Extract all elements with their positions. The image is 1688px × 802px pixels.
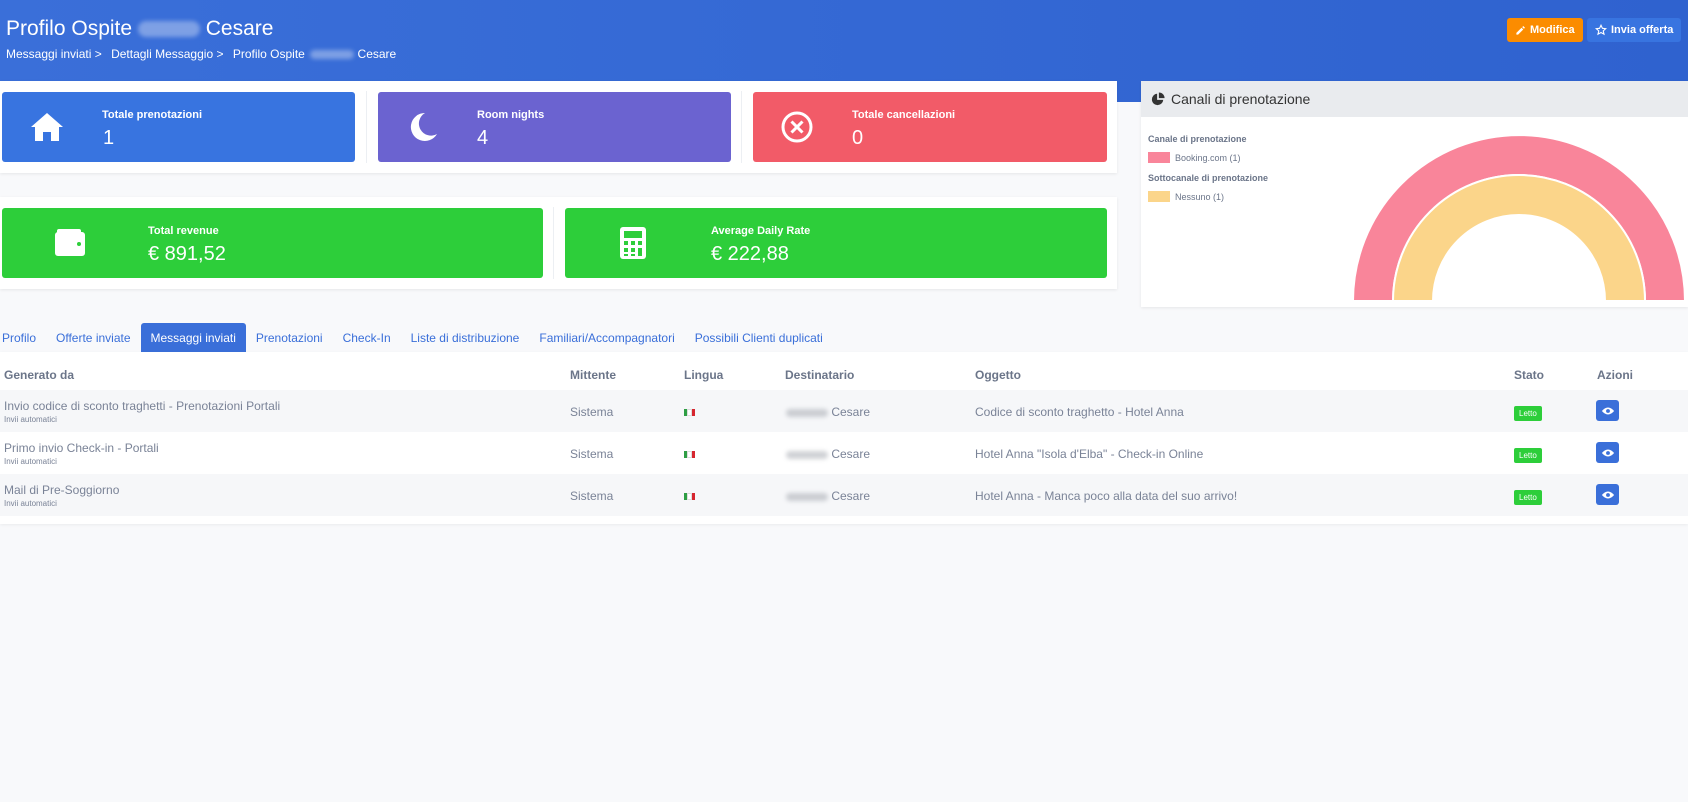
eye-icon xyxy=(1601,491,1614,498)
edit-button[interactable]: Modifica xyxy=(1507,18,1583,42)
eye-icon xyxy=(1601,407,1614,414)
table-row[interactable]: Invio codice di sconto traghetti - Preno… xyxy=(0,390,1688,432)
moon-icon xyxy=(403,107,443,147)
italy-flag-icon xyxy=(684,493,695,500)
booking-channels-header: Canali di prenotazione xyxy=(1141,81,1688,117)
stat-average-daily-rate: Average Daily Rate € 222,88 xyxy=(565,208,1107,278)
legend-swatch xyxy=(1148,152,1170,163)
view-button[interactable] xyxy=(1596,442,1619,463)
status-badge: Letto xyxy=(1514,490,1542,505)
stats-card-revenue: Total revenue € 891,52 Average Daily Rat… xyxy=(0,197,1117,289)
legend-swatch xyxy=(1148,191,1170,202)
column-header: Stato xyxy=(1514,368,1544,382)
blurred-name xyxy=(137,21,200,38)
home-icon xyxy=(27,107,67,147)
table-row[interactable]: Mail di Pre-Soggiorno Invii automatici S… xyxy=(0,474,1688,516)
divider xyxy=(553,207,554,279)
column-header: Azioni xyxy=(1597,368,1633,382)
column-header: Mittente xyxy=(570,368,616,382)
legend-item-booking[interactable]: Booking.com (1) xyxy=(1148,152,1241,163)
stat-total-cancellations: Totale cancellazioni 0 xyxy=(753,92,1107,162)
stat-total-revenue: Total revenue € 891,52 xyxy=(2,208,543,278)
cancel-icon xyxy=(777,107,817,147)
status-badge: Letto xyxy=(1514,406,1542,421)
status-badge: Letto xyxy=(1514,448,1542,463)
profile-tabs: Profilo Offerte inviate Messaggi inviati… xyxy=(0,323,833,352)
divider xyxy=(366,91,367,163)
star-icon xyxy=(1595,24,1607,36)
divider xyxy=(741,91,742,163)
stat-total-bookings: Totale prenotazioni 1 xyxy=(2,92,355,162)
italy-flag-icon xyxy=(684,409,695,416)
page-title: Profilo Ospite Cesare xyxy=(6,17,274,40)
column-header: Generato da xyxy=(4,368,75,382)
booking-channels-card: Canali di prenotazione Canale di prenota… xyxy=(1141,81,1688,307)
send-offer-button[interactable]: Invia offerta xyxy=(1587,18,1682,42)
tab-liste-distribuzione[interactable]: Liste di distribuzione xyxy=(401,323,530,352)
tab-clienti-duplicati[interactable]: Possibili Clienti duplicati xyxy=(685,323,833,352)
tab-profilo[interactable]: Profilo xyxy=(0,323,46,352)
tab-check-in[interactable]: Check-In xyxy=(333,323,401,352)
tab-messaggi-inviati[interactable]: Messaggi inviati xyxy=(140,323,246,352)
breadcrumb-guest-profile[interactable]: Profilo Ospite xyxy=(233,47,305,61)
italy-flag-icon xyxy=(684,451,695,458)
calculator-icon xyxy=(613,223,653,263)
column-header: Destinatario xyxy=(785,368,855,382)
blurred-name xyxy=(786,492,828,501)
blurred-name xyxy=(310,50,355,60)
legend-title-subchannel: Sottocanale di prenotazione xyxy=(1148,173,1269,183)
messages-table: Generato da Mittente Lingua Destinatario… xyxy=(0,352,1688,524)
pie-chart-icon xyxy=(1151,92,1165,106)
eye-icon xyxy=(1601,449,1614,456)
pencil-icon xyxy=(1516,25,1525,35)
column-header: Lingua xyxy=(684,368,724,382)
view-button[interactable] xyxy=(1596,484,1619,505)
breadcrumb-messages[interactable]: Messaggi inviati > xyxy=(6,47,102,61)
tab-offerte-inviate[interactable]: Offerte inviate xyxy=(46,323,140,352)
stat-room-nights: Room nights 4 xyxy=(378,92,731,162)
view-button[interactable] xyxy=(1596,400,1619,421)
legend-item-none[interactable]: Nessuno (1) xyxy=(1148,191,1224,202)
booking-channels-chart xyxy=(1351,134,1687,302)
table-row[interactable]: Primo invio Check-in - Portali Invii aut… xyxy=(0,432,1688,474)
blurred-name xyxy=(786,408,828,417)
legend-title-channel: Canale di prenotazione xyxy=(1148,134,1247,144)
blurred-name xyxy=(786,450,828,459)
tab-familiari[interactable]: Familiari/Accompagnatori xyxy=(529,323,684,352)
stats-card-bookings: Totale prenotazioni 1 Room nights 4 Tota… xyxy=(0,81,1117,173)
column-header: Oggetto xyxy=(975,368,1021,382)
breadcrumb-message-details[interactable]: Dettagli Messaggio > xyxy=(111,47,223,61)
wallet-icon xyxy=(50,223,90,263)
breadcrumb: Messaggi inviati > Dettagli Messaggio > … xyxy=(6,47,397,61)
tab-prenotazioni[interactable]: Prenotazioni xyxy=(246,323,333,352)
